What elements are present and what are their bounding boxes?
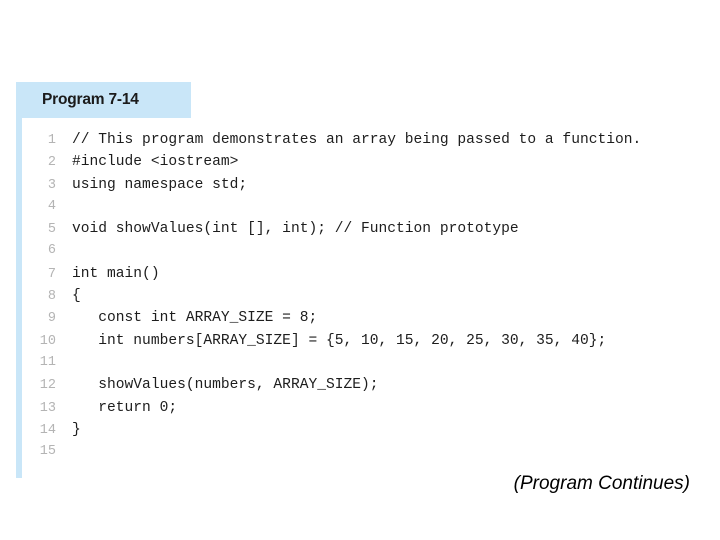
code-line-number: 11 (39, 354, 56, 370)
code-line-number: 9 (47, 311, 56, 327)
code-line: 2 #include <iostream> (22, 154, 706, 176)
code-line-text: const int ARRAY_SIZE = 8; (72, 310, 318, 327)
code-line-number: 12 (39, 378, 56, 394)
code-line-text: showValues(numbers, ARRAY_SIZE); (72, 377, 379, 394)
code-line-number: 4 (47, 198, 56, 214)
code-line: 10 int numbers[ARRAY_SIZE] = {5, 10, 15,… (22, 333, 706, 355)
code-line: 14} (22, 422, 706, 444)
code-line-text: int numbers[ARRAY_SIZE] = {5, 10, 15, 20… (72, 332, 607, 349)
code-line-number: 2 (47, 155, 56, 171)
program-listing-figure: Program 7-14 1 // This program demonstrat… (16, 82, 706, 479)
code-line-text: return 0; (72, 399, 178, 416)
code-line-number: 14 (39, 422, 56, 438)
code-line: 4 (22, 199, 706, 221)
code-line: 11 (22, 355, 706, 377)
code-line: 3 using namespace std; (22, 177, 706, 199)
code-line-text: { (72, 288, 81, 305)
code-line: 1 // This program demonstrates an array b… (22, 132, 706, 154)
code-line-number: 7 (47, 266, 56, 282)
code-line: 7 int main() (22, 266, 706, 288)
code-line: 13 return 0; (22, 400, 706, 422)
code-line-number: 1 (47, 133, 56, 148)
program-title: Program 7-14 (42, 91, 139, 108)
code-line: 9 const int ARRAY_SIZE = 8; (22, 310, 706, 332)
code-line-text: int main() (72, 265, 160, 282)
code-line-number: 8 (47, 289, 56, 305)
code-line-number: 5 (47, 222, 56, 238)
code-line: 6 (22, 243, 706, 265)
code-listing: 1 // This program demonstrates an array b… (16, 118, 706, 479)
code-line-text: using namespace std; (72, 176, 248, 193)
code-line-number: 15 (39, 444, 56, 460)
code-line-text: #include <iostream> (72, 154, 239, 171)
code-line-number: 10 (39, 333, 56, 349)
code-line: 12 showValues(numbers, ARRAY_SIZE); (22, 377, 706, 399)
code-line-text: void showValues(int [], int); // Functio… (72, 221, 519, 238)
program-header-band: Program 7-14 (16, 82, 191, 118)
code-line: 5 void showValues(int [], int); // Functi… (22, 221, 706, 243)
code-line-number: 6 (47, 243, 56, 259)
code-line: 15 (22, 444, 706, 466)
code-line-text: } (72, 421, 81, 438)
code-line-text: // This program demonstrates an array be… (72, 132, 642, 148)
code-line-number: 13 (39, 400, 56, 416)
code-line-number: 3 (47, 177, 56, 193)
code-line: 8{ (22, 288, 706, 310)
program-continues-caption: (Program Continues) (513, 473, 690, 494)
